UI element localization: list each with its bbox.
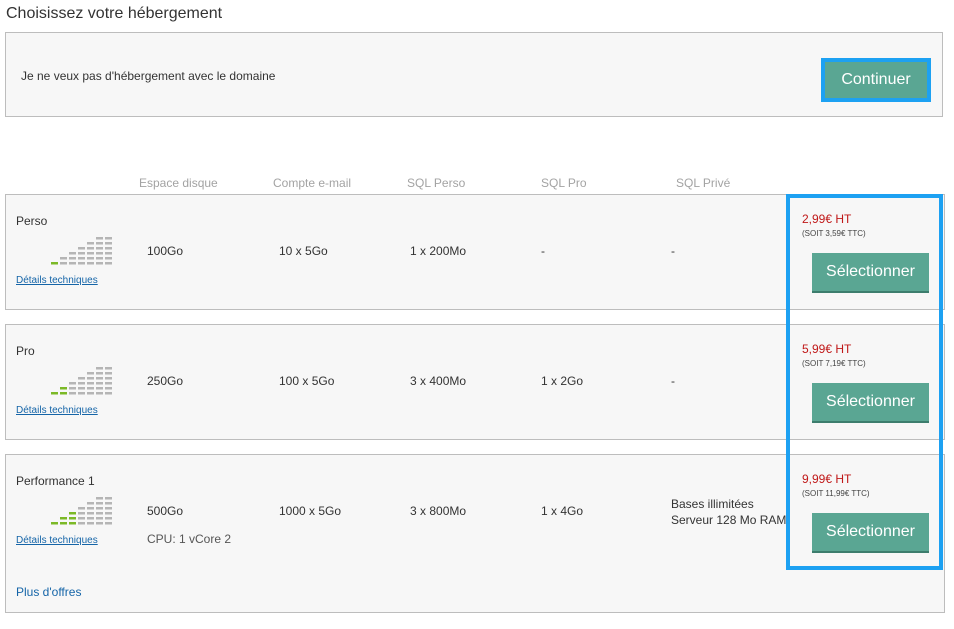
- column-header-sql-pro: SQL Pro: [541, 176, 587, 190]
- sql-prive-value: Bases illimitées Serveur 128 Mo RAM: [671, 496, 786, 528]
- disk-value: 100Go: [147, 244, 184, 258]
- email-value: 10 x 5Go: [279, 244, 328, 258]
- price-ttc: (SOIT 7,19€ TTC): [802, 359, 866, 368]
- email-value: 100 x 5Go: [279, 374, 335, 388]
- details-link[interactable]: Détails techniques: [16, 535, 98, 546]
- no-hosting-panel: Je ne veux pas d'hébergement avec le dom…: [5, 32, 943, 117]
- sql-pro-value: 1 x 2Go: [541, 374, 584, 388]
- price-ht: 9,99€ HT: [802, 472, 852, 486]
- page-title: Choisissez votre hébergement: [6, 5, 223, 22]
- details-link[interactable]: Détails techniques: [16, 275, 98, 286]
- more-offers-panel: Plus d'offres: [5, 569, 945, 613]
- plan-name: Perso: [16, 214, 48, 228]
- sql-pro-value: 1 x 4Go: [541, 504, 584, 518]
- column-header-disk: Espace disque: [139, 176, 218, 190]
- plan-name: Performance 1: [16, 474, 95, 488]
- plan-row-perso: Perso Détails techniques 100Go 10 x 5Go …: [5, 194, 945, 310]
- sql-perso-value: 3 x 800Mo: [410, 504, 467, 518]
- sql-prive-line: Bases illimitées: [671, 497, 754, 511]
- email-value: 1000 x 5Go: [279, 504, 342, 518]
- column-header-sql-perso: SQL Perso: [407, 176, 466, 190]
- plan-name: Pro: [16, 344, 35, 358]
- column-header-email: Compte e-mail: [273, 176, 352, 190]
- more-offers-link[interactable]: Plus d'offres: [16, 585, 81, 599]
- continue-button[interactable]: Continuer: [821, 58, 931, 102]
- select-button[interactable]: Sélectionner: [812, 513, 929, 553]
- price-ht: 2,99€ HT: [802, 212, 852, 226]
- sql-prive-value: -: [671, 374, 675, 388]
- sql-prive-line: Serveur 128 Mo RAM: [671, 513, 787, 527]
- plan-row-performance-1: Performance 1 Détails techniques 500Go C…: [5, 454, 945, 570]
- cpu-value: CPU: 1 vCore 2: [147, 532, 232, 546]
- select-button[interactable]: Sélectionner: [812, 383, 929, 423]
- no-hosting-label: Je ne veux pas d'hébergement avec le dom…: [21, 69, 276, 83]
- disk-value: 250Go: [147, 374, 184, 388]
- sql-pro-value: -: [541, 244, 545, 258]
- performance-level-bars-icon: [51, 367, 112, 395]
- sql-perso-value: 3 x 400Mo: [410, 374, 467, 388]
- performance-level-bars-icon: [51, 237, 112, 265]
- performance-level-bars-icon: [51, 497, 112, 525]
- price-ttc: (SOIT 3,59€ TTC): [802, 229, 866, 238]
- price-ttc: (SOIT 11,99€ TTC): [802, 489, 870, 498]
- column-header-sql-prive: SQL Privé: [676, 176, 731, 190]
- sql-prive-value: -: [671, 244, 675, 258]
- plan-row-pro: Pro Détails techniques 250Go 100 x 5Go 3…: [5, 324, 945, 440]
- price-ht: 5,99€ HT: [802, 342, 852, 356]
- details-link[interactable]: Détails techniques: [16, 405, 98, 416]
- select-button[interactable]: Sélectionner: [812, 253, 929, 293]
- sql-perso-value: 1 x 200Mo: [410, 244, 467, 258]
- disk-value: 500Go: [147, 504, 184, 518]
